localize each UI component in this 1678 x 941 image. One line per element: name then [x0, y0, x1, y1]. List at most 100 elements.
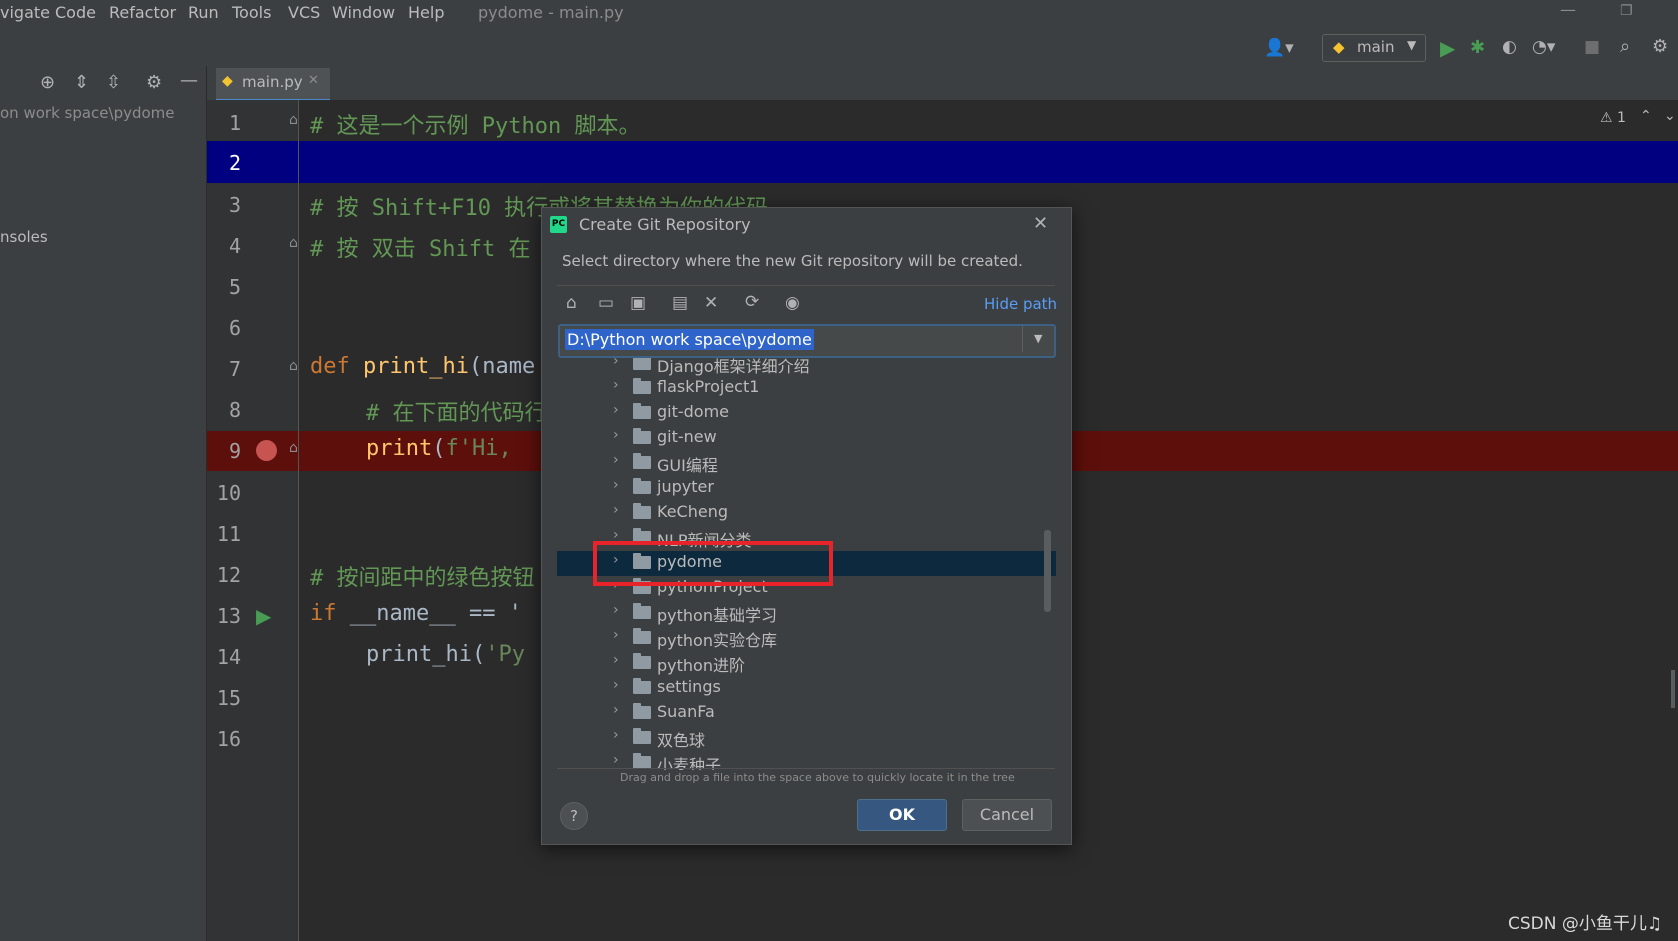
tree-item[interactable]: › SuanFa	[557, 701, 1056, 726]
search-icon[interactable]: ⌕	[1620, 36, 1630, 57]
line-number: 13	[216, 604, 241, 628]
run-icon[interactable]: ▶	[1440, 36, 1455, 60]
folder-icon	[633, 358, 651, 370]
pycharm-logo-icon: PC	[550, 216, 567, 233]
paren: (	[432, 436, 446, 461]
function-name: print_hi	[363, 354, 469, 379]
fold-icon[interactable]: ⌂	[289, 440, 298, 456]
stop-icon[interactable]: ■	[1584, 37, 1600, 57]
refresh-icon[interactable]: ⟳	[745, 292, 759, 312]
path-input[interactable]: D:\Python work space\pydome ▼	[558, 324, 1056, 358]
locate-icon[interactable]: ⊕	[40, 72, 55, 93]
tree-item[interactable]: › settings	[557, 676, 1056, 701]
line-number: 7	[228, 357, 241, 381]
line-number: 5	[228, 275, 241, 299]
close-tab-icon[interactable]: ✕	[308, 73, 319, 88]
help-button[interactable]: ?	[560, 802, 588, 830]
menu-window[interactable]: Window	[332, 3, 395, 22]
chevron-right-icon[interactable]: ›	[613, 377, 619, 393]
line-number: 6	[228, 316, 241, 340]
breakpoint-icon[interactable]	[256, 440, 277, 461]
fold-icon[interactable]: ⌂	[289, 358, 298, 374]
menu-tools[interactable]: Tools	[232, 3, 271, 22]
fold-icon[interactable]: ⌂	[289, 112, 298, 128]
editor-scrollbar[interactable]	[1671, 670, 1675, 708]
new-folder-icon[interactable]: ▤	[672, 293, 688, 313]
collapse-all-icon[interactable]: ⇳	[106, 72, 121, 93]
chevron-up-icon[interactable]: ⌃	[1640, 108, 1652, 124]
chevron-right-icon[interactable]: ›	[613, 702, 619, 718]
line-number: 16	[216, 727, 241, 751]
python-file-icon: ◆	[222, 73, 233, 89]
tree-scrollbar[interactable]	[1044, 530, 1051, 612]
menu-code[interactable]: Code	[55, 3, 96, 22]
warning-icon[interactable]: ⚠	[1600, 110, 1613, 126]
close-icon[interactable]: ✕	[1033, 213, 1048, 234]
tree-item[interactable]: › python进阶	[557, 651, 1056, 676]
chevron-right-icon[interactable]: ›	[613, 402, 619, 418]
tree-item[interactable]: › git-dome	[557, 401, 1056, 426]
show-hidden-icon[interactable]: ◉	[785, 293, 800, 313]
chevron-right-icon[interactable]: ›	[613, 358, 619, 369]
tree-item[interactable]: › KeCheng	[557, 501, 1056, 526]
project-root-path[interactable]: on work space\pydome	[0, 104, 175, 122]
menu-run[interactable]: Run	[188, 3, 219, 22]
project-folder-icon[interactable]: ▣	[630, 293, 646, 313]
run-config-selector[interactable]: ◆ main ▼	[1322, 34, 1426, 62]
hide-path-link[interactable]: Hide path	[984, 295, 1057, 313]
tree-item[interactable]: › GUI编程	[557, 451, 1056, 476]
line-number: 3	[228, 193, 241, 217]
tree-item[interactable]: › git-new	[557, 426, 1056, 451]
keyword: if	[310, 601, 337, 626]
menu-help[interactable]: Help	[408, 3, 444, 22]
chevron-right-icon[interactable]: ›	[613, 477, 619, 493]
fold-icon[interactable]: ⌂	[289, 235, 298, 251]
home-icon[interactable]: ⌂	[566, 293, 577, 313]
menu-vcs[interactable]: VCS	[288, 3, 320, 22]
folder-icon	[633, 678, 651, 694]
chevron-down-icon[interactable]: ▼	[1034, 332, 1042, 345]
hide-panel-icon[interactable]: —	[180, 70, 198, 91]
chevron-right-icon[interactable]: ›	[613, 652, 619, 668]
tree-item[interactable]: › python实验仓库	[557, 626, 1056, 651]
debug-icon[interactable]: ✱	[1470, 37, 1485, 58]
chevron-right-icon[interactable]: ›	[613, 727, 619, 743]
tree-item[interactable]: › Django框架详细介绍	[557, 358, 1056, 377]
run-gutter-icon[interactable]: ▶	[256, 604, 271, 628]
chevron-right-icon[interactable]: ›	[613, 452, 619, 468]
chevron-right-icon[interactable]: ›	[613, 427, 619, 443]
chevron-right-icon[interactable]: ›	[613, 602, 619, 618]
chevron-down-icon[interactable]: ⌄	[1664, 108, 1676, 124]
restore-icon[interactable]: ❐	[1620, 3, 1633, 19]
tree-item[interactable]: › python基础学习	[557, 601, 1056, 626]
tab-main-py[interactable]: ◆ main.py ✕	[216, 68, 330, 102]
cancel-button[interactable]: Cancel	[962, 799, 1052, 831]
menu-bar: vigate Code Refactor Run Tools VCS Windo…	[0, 0, 1678, 28]
scratches-consoles[interactable]: nsoles	[0, 228, 48, 246]
profile-icon[interactable]: ◔▾	[1532, 37, 1555, 57]
params: (name	[468, 354, 536, 379]
settings-gear-icon[interactable]: ⚙	[1652, 36, 1668, 57]
string-literal: 'Py	[485, 642, 525, 667]
tree-item[interactable]: › jupyter	[557, 476, 1056, 501]
minimize-icon[interactable]: —	[1560, 0, 1576, 19]
menu-refactor[interactable]: Refactor	[109, 3, 176, 22]
desktop-icon[interactable]: ▭	[598, 293, 614, 313]
gear-icon[interactable]: ⚙	[146, 72, 162, 93]
delete-icon[interactable]: ✕	[704, 293, 718, 313]
tree-item[interactable]: › 双色球	[557, 726, 1056, 751]
line-number: 2	[228, 151, 241, 175]
user-icon[interactable]: 👤▾	[1264, 38, 1294, 58]
coverage-icon[interactable]: ◐	[1502, 37, 1517, 57]
tree-item[interactable]: › flaskProject1	[557, 376, 1056, 401]
menu-navigate[interactable]: vigate	[0, 3, 50, 22]
line-number: 1	[228, 111, 241, 135]
chevron-right-icon[interactable]: ›	[613, 752, 619, 768]
chevron-right-icon[interactable]: ›	[613, 627, 619, 643]
chevron-right-icon[interactable]: ›	[613, 502, 619, 518]
chevron-right-icon[interactable]: ›	[613, 677, 619, 693]
expand-all-icon[interactable]: ⇕	[74, 72, 89, 93]
call: print_hi(	[366, 642, 486, 667]
python-icon: ◆	[1333, 38, 1345, 56]
ok-button[interactable]: OK	[857, 799, 947, 831]
